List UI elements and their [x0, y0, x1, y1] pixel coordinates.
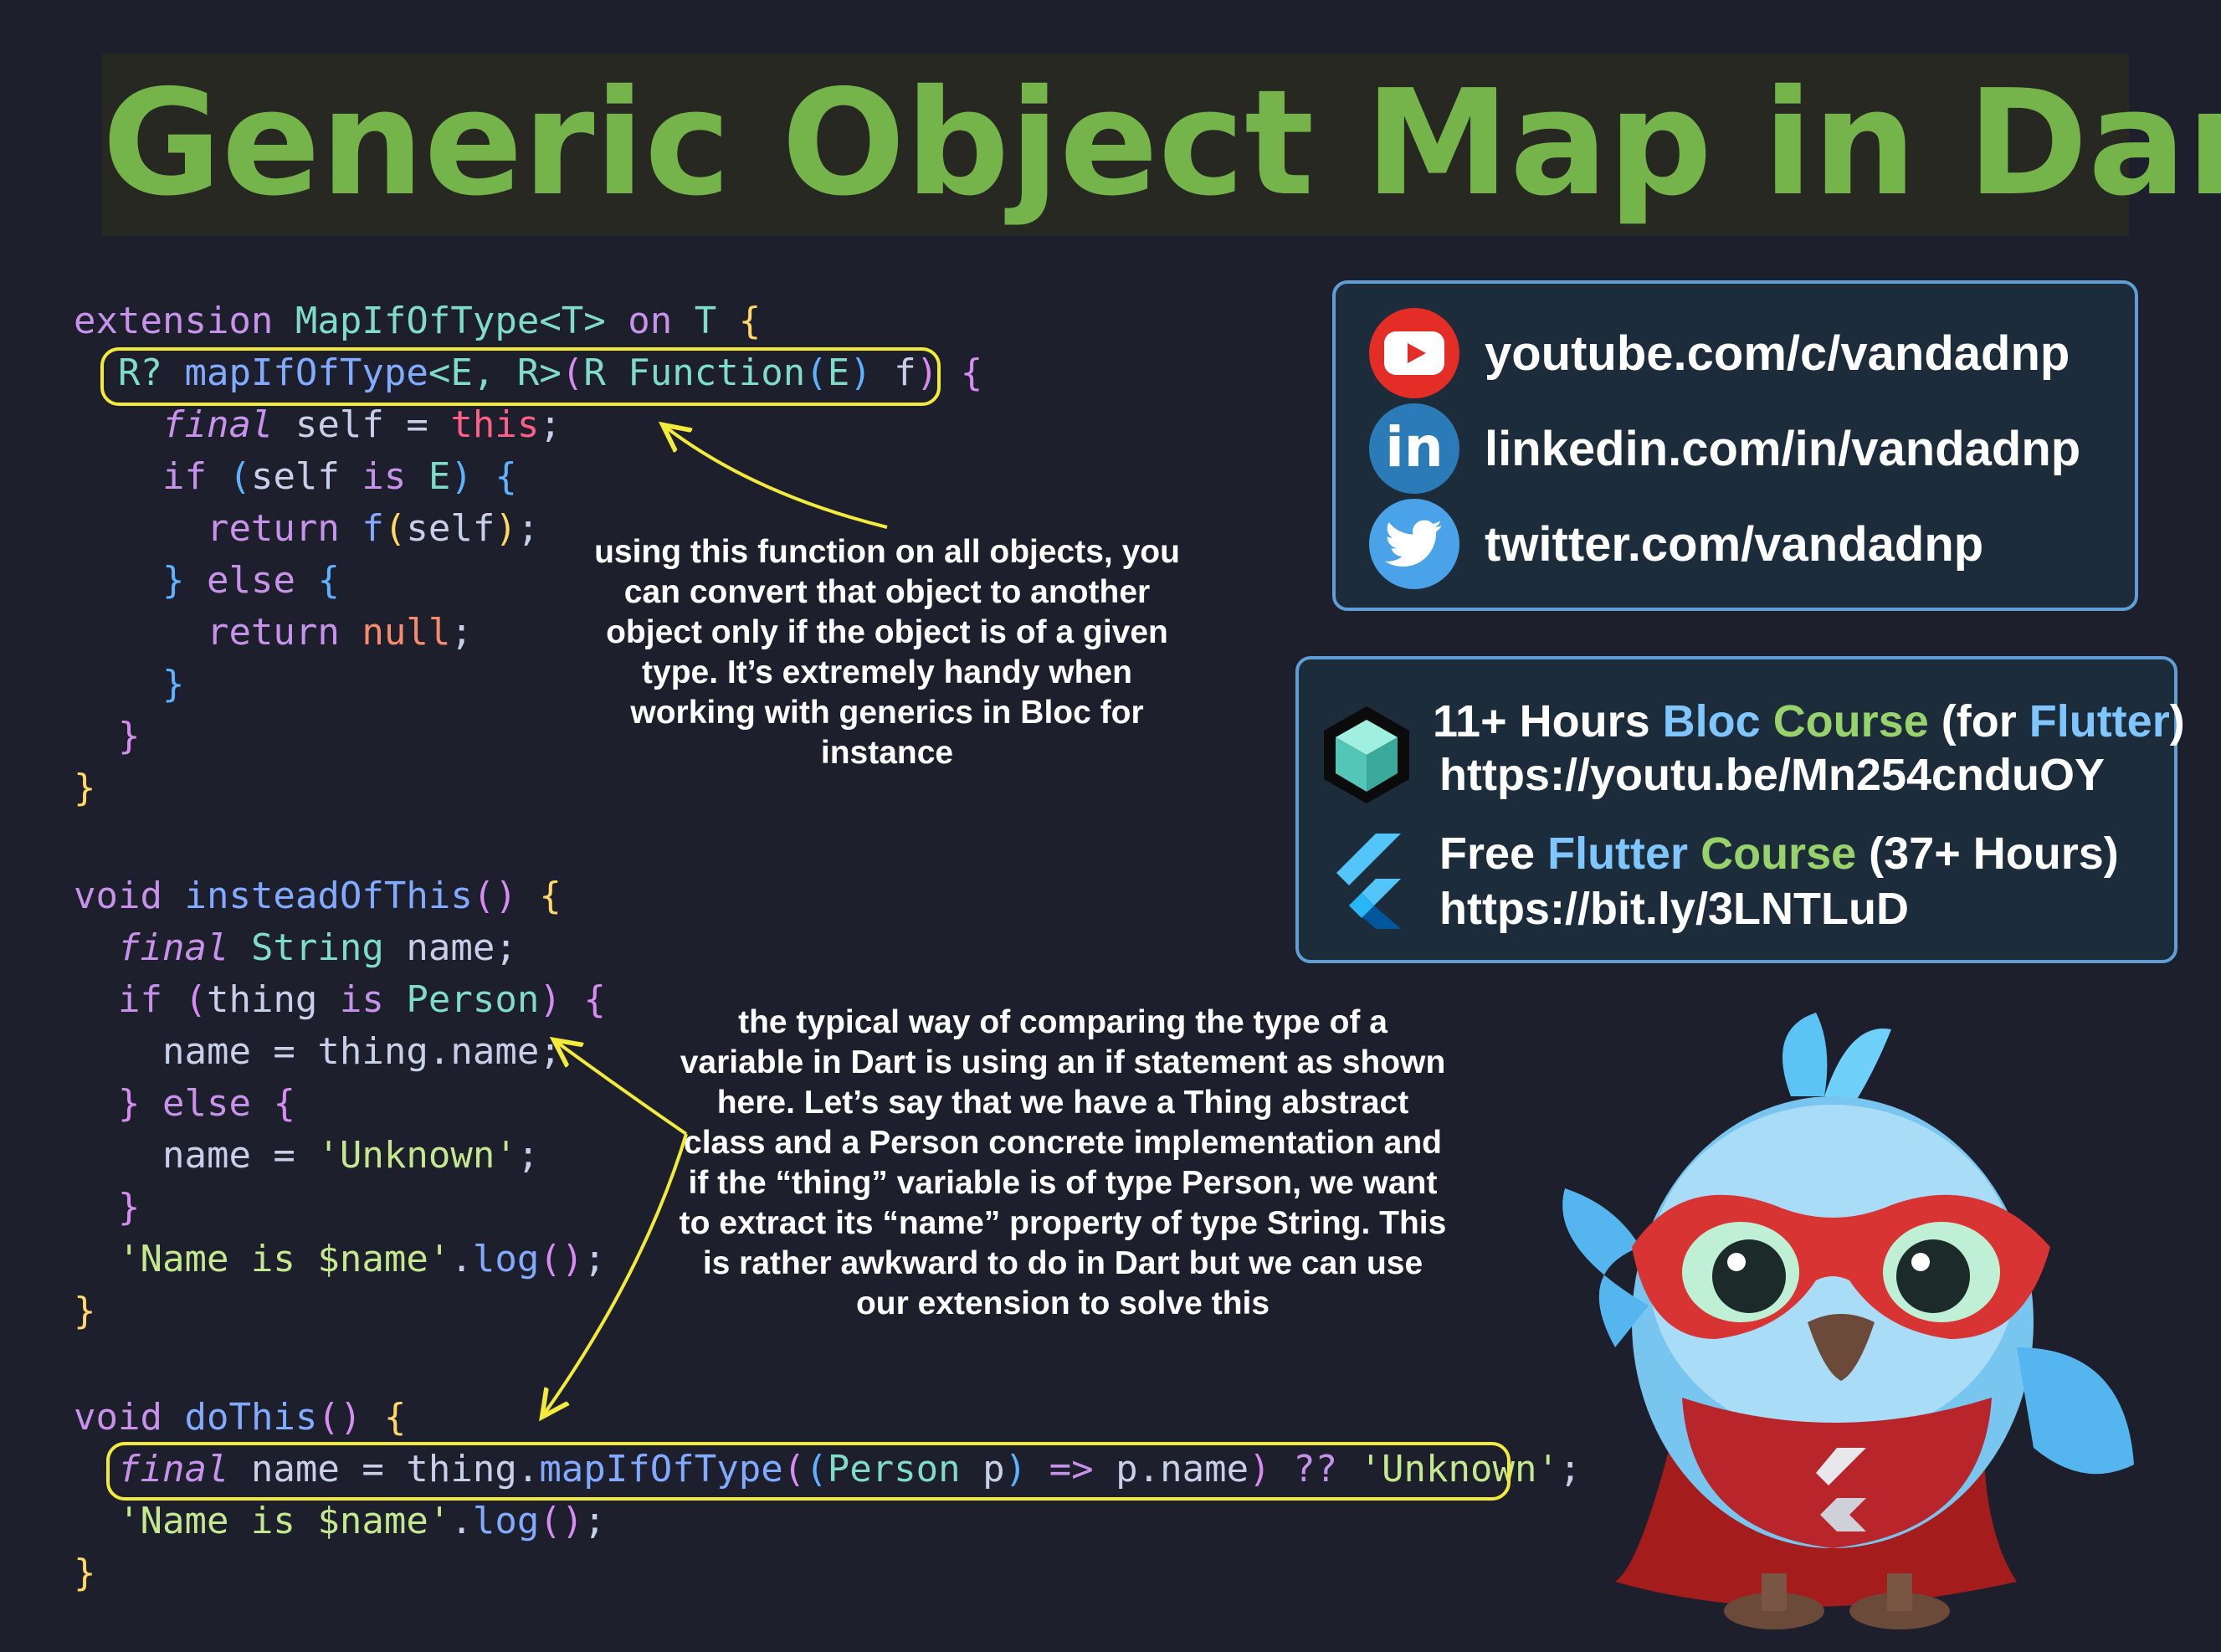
code-line: }	[74, 1552, 96, 1594]
code-block-instead-of-this: void insteadOfThis() { final String name…	[74, 870, 606, 1337]
code-line: extension MapIfOfType<T> on T {	[74, 300, 762, 342]
youtube-link[interactable]: youtube.com/c/vandadnp	[1369, 307, 2070, 399]
twitter-link[interactable]: twitter.com/vandadnp	[1369, 498, 1983, 590]
linkedin-link[interactable]: in linkedin.com/in/vandadnp	[1369, 403, 2080, 495]
bloc-course-title: 11+ Hours Bloc Course (for Flutter)	[1433, 695, 2185, 748]
linkedin-icon: in	[1369, 403, 1459, 494]
linkedin-glyph: in	[1385, 414, 1444, 480]
youtube-icon	[1369, 308, 1459, 398]
note-function-usage: using this function on all objects, you …	[594, 534, 1180, 771]
course-text	[1761, 696, 1773, 746]
course-text-course: Course	[1700, 829, 1857, 879]
code-line: }	[74, 1290, 96, 1332]
code-line: }	[117, 715, 141, 757]
code-line: final self = this;	[162, 403, 562, 446]
course-text: )	[2169, 696, 2185, 746]
code-line: name = 'Unknown';	[162, 1134, 540, 1177]
code-line: 'Name is $name'.log();	[117, 1500, 606, 1542]
highlight-map-if-of-type-signature	[100, 347, 941, 406]
code-line: name = thing.name;	[162, 1030, 562, 1073]
course-text	[1688, 829, 1700, 879]
code-line: if (self is E) {	[162, 455, 517, 498]
twitter-icon	[1369, 499, 1459, 589]
code-line: final String name;	[117, 926, 517, 969]
code-line: void doThis() {	[74, 1396, 407, 1439]
code-line: }	[117, 1186, 141, 1229]
social-links-panel: youtube.com/c/vandadnp in linkedin.com/i…	[1332, 280, 2138, 611]
note-typical-way: the typical way of comparing the type of…	[679, 1004, 1447, 1321]
course-text: Free	[1439, 829, 1548, 879]
code-line: } else {	[117, 1082, 295, 1125]
course-text: (37+ Hours)	[1856, 829, 2119, 879]
code-line: return f(self);	[206, 507, 540, 550]
course-text-flutter: Flutter	[2029, 696, 2170, 746]
highlight-do-this-line	[106, 1442, 1511, 1501]
youtube-url: youtube.com/c/vandadnp	[1485, 326, 2070, 381]
dash-mascot-illustration	[1562, 1013, 2134, 1629]
code-line: } else {	[162, 559, 340, 602]
flutter-course-title: Free Flutter Course (37+ Hours)	[1439, 827, 2119, 880]
twitter-url: twitter.com/vandadnp	[1485, 516, 1984, 572]
course-text-flutter: Flutter	[1547, 829, 1689, 879]
course-text-bloc: Bloc	[1662, 696, 1761, 746]
code-line: }	[74, 767, 96, 809]
code-line: if (thing is Person) {	[117, 978, 606, 1021]
course-text: 11+ Hours	[1433, 696, 1663, 746]
bloc-cube-icon	[1324, 706, 1409, 803]
course-text: (for	[1928, 696, 2029, 746]
code-line: 'Name is $name'.log();	[117, 1238, 606, 1280]
flutter-logo-icon	[1336, 834, 1401, 929]
code-line: void insteadOfThis() {	[74, 875, 562, 917]
bloc-course-url[interactable]: https://youtu.be/Mn254cnduOY	[1439, 748, 2105, 802]
page-title: Generic Object Map in Dart	[102, 59, 2221, 228]
code-line: return null;	[206, 611, 473, 654]
title-banner: Generic Object Map in Dart	[102, 54, 2221, 236]
courses-panel: 11+ Hours Bloc Course (for Flutter) http…	[1295, 656, 2185, 963]
course-text-course: Course	[1772, 696, 1929, 746]
flutter-course-url[interactable]: https://bit.ly/3LNTLuD	[1439, 882, 1909, 936]
linkedin-url: linkedin.com/in/vandadnp	[1485, 421, 2081, 476]
code-line: }	[162, 663, 185, 705]
